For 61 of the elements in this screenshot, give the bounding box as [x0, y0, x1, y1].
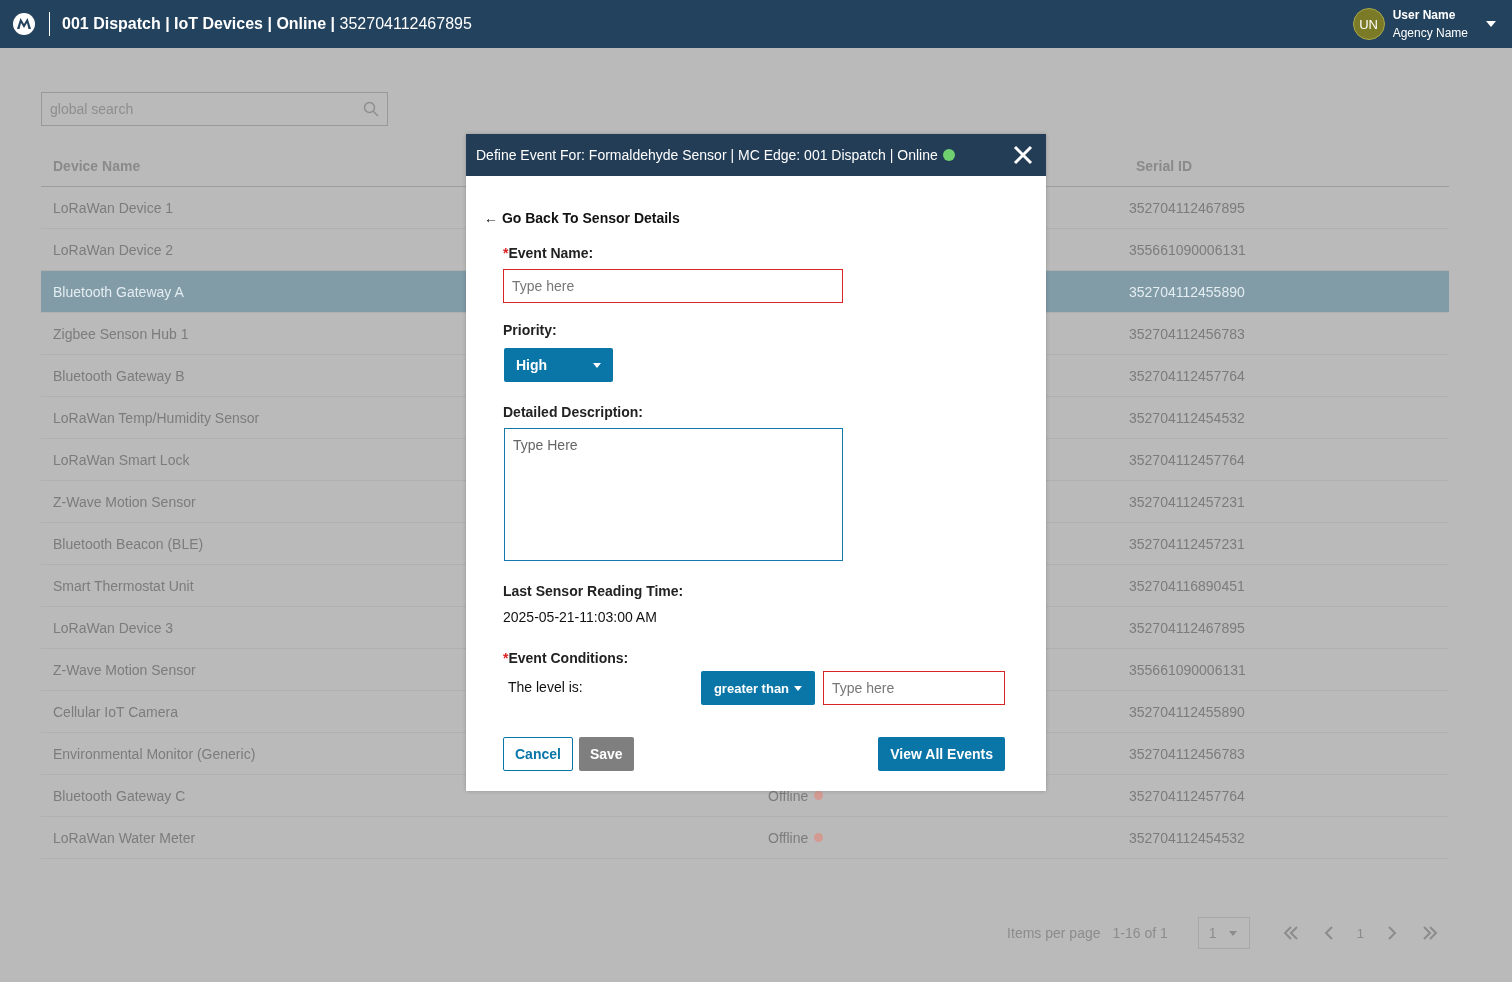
- table-cell: 352704112454532: [1129, 409, 1245, 426]
- logo-icon: [12, 12, 36, 36]
- cancel-button[interactable]: Cancel: [503, 737, 573, 771]
- table-cell: 352704112457764: [1129, 787, 1245, 804]
- table-cell: 352704112455890: [1129, 283, 1245, 300]
- dropdown-caret-icon[interactable]: [1486, 21, 1496, 27]
- table-cell: 352704112457231: [1129, 493, 1245, 510]
- table-cell: LoRaWan Device 1: [53, 199, 174, 216]
- table-cell: Z-Wave Motion Sensor: [53, 661, 196, 678]
- dialog-title: Define Event For: Formaldehyde Sensor | MC Edge: 001 Dispatch | Online: [476, 147, 938, 163]
- caret-icon: [794, 685, 803, 691]
- field-label: Priority:: [503, 322, 558, 338]
- table-cell: 352704112456783: [1129, 745, 1245, 762]
- caret-icon: [1228, 930, 1237, 936]
- table-cell: Bluetooth Gateway A: [53, 283, 184, 300]
- table-cell: Zigbee Senson Hub 1: [53, 325, 189, 342]
- field-label: *Event Conditions:: [503, 650, 630, 666]
- user-avatar[interactable]: UN: [1352, 8, 1385, 40]
- condition-value-field[interactable]: Type here: [823, 671, 1005, 705]
- table-cell: 352704112454532: [1129, 829, 1245, 846]
- description-field[interactable]: Type Here: [504, 428, 843, 561]
- table-cell: LoRaWan Temp/Humidity Sensor: [53, 409, 260, 426]
- caret-icon: [593, 362, 601, 368]
- table-cell: 352704112467895: [1129, 199, 1245, 216]
- view-all-events-button[interactable]: View All Events: [878, 737, 1005, 771]
- table-cell: Bluetooth Gateway B: [53, 367, 185, 384]
- table-cell: 352704112467895: [1129, 619, 1245, 636]
- table-cell: 355661090006131: [1129, 241, 1246, 258]
- table-cell: 352704112457764: [1129, 367, 1245, 384]
- table-cell: 355661090006131: [1129, 661, 1246, 678]
- table-cell: LoRaWan Device 2: [53, 241, 174, 258]
- table-cell: LoRaWan Smart Lock: [53, 451, 190, 468]
- table-cell: 352704112455890: [1129, 703, 1245, 720]
- field-label: *Event Name:: [503, 245, 595, 261]
- table-cell: 352704112457764: [1129, 451, 1245, 468]
- field-label: Last Sensor Reading Time:: [503, 583, 685, 599]
- agency-name: Agency Name: [1392, 26, 1468, 40]
- table-cell: Bluetooth Gateway C: [53, 787, 186, 804]
- table-cell: Bluetooth Beacon (BLE): [53, 535, 204, 552]
- table-cell: Environmental Monitor (Generic): [53, 745, 256, 762]
- table-cell: 352704116890451: [1129, 577, 1245, 594]
- table-cell: 352704112456783: [1129, 325, 1245, 342]
- table-cell: Cellular IoT Camera: [53, 703, 178, 720]
- priority-dropdown[interactable]: High: [504, 348, 613, 382]
- table-cell: 352704112457231: [1129, 535, 1245, 552]
- operator-dropdown[interactable]: greater than: [701, 671, 815, 705]
- table-cell: Z-Wave Motion Sensor: [53, 493, 196, 510]
- table-cell: Smart Thermostat Unit: [53, 577, 194, 594]
- search-icon: [363, 101, 379, 117]
- back-link[interactable]: ← Go Back To Sensor Details: [484, 210, 1005, 226]
- table-row[interactable]: LoRaWan Water Meter Offline 352704112454532: [41, 817, 1449, 859]
- table-cell: LoRaWan Water Meter: [53, 829, 196, 846]
- save-button[interactable]: Save: [578, 737, 634, 771]
- field-label: Detailed Description:: [503, 404, 645, 420]
- user-name: User Name: [1392, 8, 1457, 22]
- reading-time: 2025-05-21-11:03:00 AM: [503, 609, 658, 625]
- table-cell: LoRaWan Device 3: [53, 619, 174, 636]
- page-title: 001 Dispatch | IoT Devices | Online | 352704112467895: [62, 15, 473, 33]
- status-text: Offline: [768, 829, 809, 846]
- event-name-field[interactable]: Type here: [503, 269, 843, 303]
- close-button[interactable]: [1012, 144, 1034, 166]
